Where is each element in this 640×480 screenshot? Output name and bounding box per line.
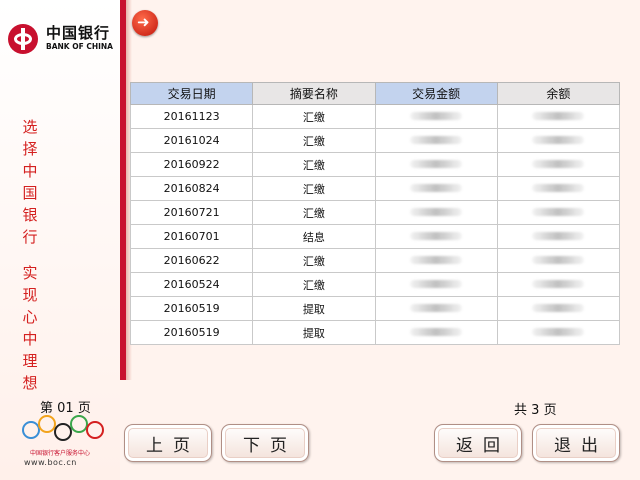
cell-date: 20160519 xyxy=(129,296,254,321)
table-row: 20160519 提取 xyxy=(129,296,621,321)
cell-amount-redacted xyxy=(374,320,498,345)
hotline-label: 中国银行客户服务中心 xyxy=(30,450,91,457)
cell-date: 20161024 xyxy=(129,128,254,153)
cell-date: 20160824 xyxy=(129,176,254,201)
table-row: 20160519 提取 xyxy=(129,320,621,345)
cell-summary: 汇缴 xyxy=(252,152,376,177)
arrow-badge-icon: ➜ xyxy=(132,10,158,36)
cell-date: 20161123 xyxy=(129,104,254,129)
header-amount: 交易金额 xyxy=(374,82,498,105)
cell-balance-redacted xyxy=(496,128,621,153)
ring-icon xyxy=(86,421,104,439)
cell-balance-redacted xyxy=(496,200,621,225)
table-row: 20160524 汇缴 xyxy=(129,272,621,297)
back-button[interactable]: 返回 xyxy=(434,424,522,462)
table-row: 20160701 结息 xyxy=(129,224,621,249)
cell-balance-redacted xyxy=(496,224,621,249)
table-row: 20161024 汇缴 xyxy=(129,128,621,153)
cell-balance-redacted xyxy=(496,320,621,345)
next-page-button[interactable]: 下页 xyxy=(221,424,309,462)
bank-name-cn: 中国银行 xyxy=(46,24,111,42)
prev-page-button[interactable]: 上页 xyxy=(124,424,212,462)
table-row: 20160622 汇缴 xyxy=(129,248,621,273)
header-date: 交易日期 xyxy=(129,82,254,105)
cell-balance-redacted xyxy=(496,176,621,201)
cell-balance-redacted xyxy=(496,272,621,297)
cell-summary: 汇缴 xyxy=(252,200,376,225)
boc-logo-icon xyxy=(8,24,38,54)
table-row: 20161123 汇缴 xyxy=(129,104,621,129)
cell-summary: 汇缴 xyxy=(252,176,376,201)
cell-summary: 结息 xyxy=(252,224,376,249)
cell-balance-redacted xyxy=(496,104,621,129)
bank-logo: 中国银行 BANK OF CHINA xyxy=(8,22,120,58)
table-row: 20160824 汇缴 xyxy=(129,176,621,201)
table-header-row: 交易日期 摘要名称 交易金额 余额 xyxy=(129,82,621,105)
cell-summary: 汇缴 xyxy=(252,104,376,129)
cell-summary: 提取 xyxy=(252,296,376,321)
cell-amount-redacted xyxy=(374,248,498,273)
cell-amount-redacted xyxy=(374,200,498,225)
cell-summary: 汇缴 xyxy=(252,248,376,273)
transaction-table: 交易日期 摘要名称 交易金额 余额 20161123 汇缴 20161024 汇… xyxy=(129,82,621,345)
slogan-line-1: 选择中国银行 xyxy=(22,118,38,246)
cell-date: 20160701 xyxy=(129,224,254,249)
exit-button[interactable]: 退出 xyxy=(532,424,620,462)
hotline-95566-logo-icon xyxy=(18,413,112,445)
cell-date: 20160524 xyxy=(129,272,254,297)
header-summary: 摘要名称 xyxy=(252,82,376,105)
cell-date: 20160519 xyxy=(129,320,254,345)
cell-balance-redacted xyxy=(496,248,621,273)
total-pages-suffix: 页 xyxy=(543,403,557,418)
cell-summary: 汇缴 xyxy=(252,128,376,153)
cell-amount-redacted xyxy=(374,128,498,153)
total-pages-prefix: 共 xyxy=(514,403,528,418)
cell-amount-redacted xyxy=(374,272,498,297)
cell-summary: 汇缴 xyxy=(252,272,376,297)
table-row: 20160922 汇缴 xyxy=(129,152,621,177)
website-url: www.boc.cn xyxy=(24,458,77,467)
cell-amount-redacted xyxy=(374,152,498,177)
cell-summary: 提取 xyxy=(252,320,376,345)
cell-amount-redacted xyxy=(374,176,498,201)
table-row: 20160721 汇缴 xyxy=(129,200,621,225)
cell-balance-redacted xyxy=(496,296,621,321)
cell-balance-redacted xyxy=(496,152,621,177)
cell-date: 20160721 xyxy=(129,200,254,225)
cell-date: 20160622 xyxy=(129,248,254,273)
bank-name-en: BANK OF CHINA xyxy=(46,42,113,51)
total-pages-indicator: 共 3 页 xyxy=(514,399,557,418)
slogan-line-2: 实现心中理想 xyxy=(22,264,38,392)
cell-amount-redacted xyxy=(374,224,498,249)
cell-date: 20160922 xyxy=(129,152,254,177)
cell-amount-redacted xyxy=(374,296,498,321)
sidebar: 中国银行 BANK OF CHINA 选择中国银行 实现心中理想 第 01 页 … xyxy=(0,0,120,480)
cell-amount-redacted xyxy=(374,104,498,129)
header-balance: 余额 xyxy=(496,82,621,105)
total-pages-number: 3 xyxy=(531,403,540,418)
